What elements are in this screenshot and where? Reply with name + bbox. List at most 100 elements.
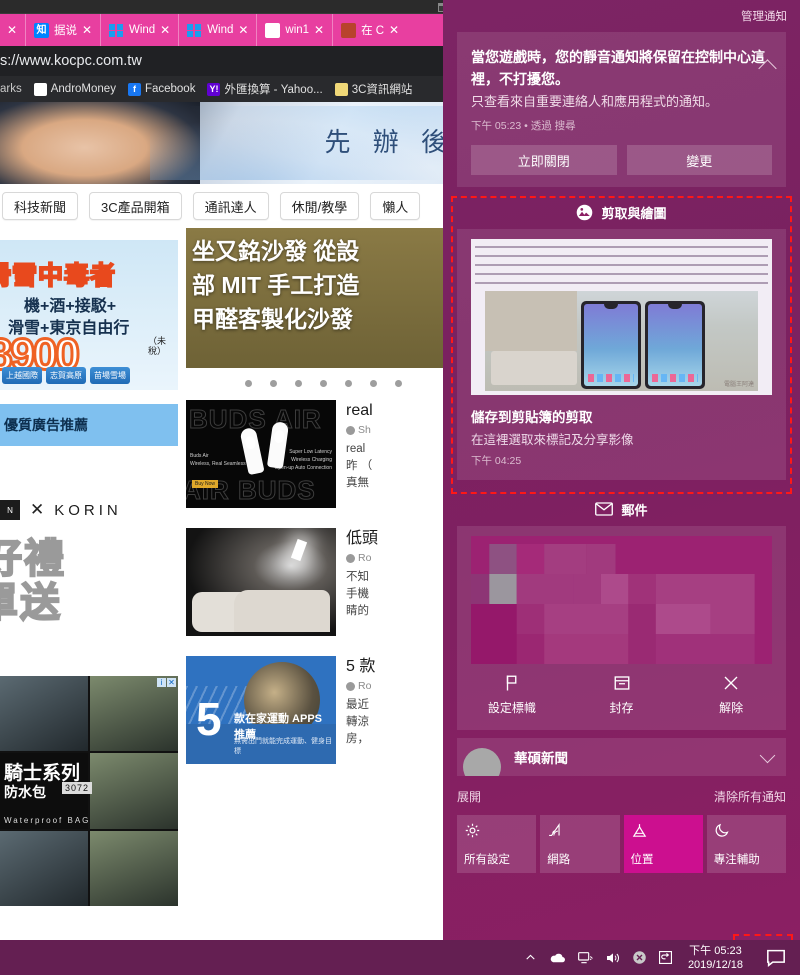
tab-cn[interactable]: 在 C ✕ [332,14,407,46]
nav-item-3c-unbox[interactable]: 3C產品開箱 [89,192,182,220]
article-item[interactable]: 5 款在家運動 APPS 推薦 無需出門就能完成運動、健身目標 5 款 Ro 最… [186,656,460,764]
ad-ski-line1: 機+酒+接駁+ [24,298,117,315]
snip-group-header[interactable]: 剪取與繪圖 [457,195,786,229]
quick-action-location[interactable]: 位置 [623,815,703,873]
asus-app-name: 華碩新聞 [514,751,568,766]
error-icon[interactable] [632,950,647,965]
carousel-dot[interactable] [319,379,327,387]
ad-motorcycle-bag[interactable]: 騎士系列 防水包 3072 Waterproof BAG i ✕ [0,676,178,906]
volume-icon[interactable] [605,951,621,965]
ad-chip: 上越國際 [2,367,42,384]
nav-item-lazy[interactable]: 懶人 [370,192,421,220]
mail-archive-button[interactable]: 封存 [567,674,677,716]
ad-moto-title: 騎士系列 [4,763,81,784]
notification-suggestion-card[interactable]: 當您遊戲時，您的靜音通知將保留在控制中心這裡，不打擾您。 只查看來自重要連絡人和… [457,32,786,187]
snip-notification-time: 下午 04:25 [471,455,522,467]
onedrive-icon[interactable] [548,951,567,964]
carousel-dot[interactable] [294,379,302,387]
show-hidden-icons-icon[interactable] [524,951,537,964]
tab-close-icon[interactable]: ✕ [5,23,19,37]
article-item[interactable]: BUDS AIR AIR BUDS Buds Air Wireless, Real… [186,400,460,508]
carousel-dot[interactable] [344,379,352,387]
phone-dock [652,374,698,382]
quick-action-focus-assist[interactable]: 專注輔助 [706,815,786,873]
mail-dismiss-button[interactable]: 解除 [676,674,786,716]
notification-group-asus[interactable]: 華碩新聞 [457,738,786,776]
carousel-dot[interactable] [244,379,252,387]
tab-zhihu[interactable]: 知 据说 ✕ [25,14,100,46]
network-icon [547,822,613,839]
tab-close-icon[interactable]: ✕ [312,23,326,37]
action-center-panel: 管理通知 當您遊戲時，您的靜音通知將保留在控制中心這裡，不打擾您。 只查看來自重… [443,0,800,940]
tab-label: 据说 [54,25,77,37]
quick-action-network[interactable]: 網路 [540,815,620,873]
tab-partial[interactable]: ✕ [0,14,25,46]
mail-notification[interactable]: 設定標幟 封存 解除 [457,526,786,730]
sync-icon[interactable] [658,950,673,965]
article-item[interactable]: 低頭 Ro 不知 手機 睛的 [186,528,460,636]
cn-site-icon [341,22,357,38]
nav-item-comm[interactable]: 通訊達人 [192,192,269,220]
ad-moto-cell [90,753,178,829]
bookmark-item-facebook[interactable]: f Facebook [127,82,195,96]
turn-off-now-button[interactable]: 立即關閉 [471,145,617,175]
tab-strip: ✕ 知 据说 ✕ Wind ✕ Wind ✕ G win1 ✕ 在 C ✕ [0,14,460,46]
mail-flag-button[interactable]: 設定標幟 [457,674,567,716]
fitness-apps-image: 5 款在家運動 APPS 推薦 無需出門就能完成運動、健身目標 [186,656,336,764]
address-text: s://www.kocpc.com.tw [0,53,142,69]
bookmark-label: arks [0,83,22,95]
carousel-dot[interactable] [369,379,377,387]
action-center-icon[interactable] [766,949,786,967]
ad-korin[interactable]: N ✕ KORIN 好禮 單送 [0,478,178,628]
moon-icon [714,822,780,839]
close-icon[interactable]: ✕ [167,678,176,687]
bookmark-item-andromoney[interactable]: A AndroMoney [33,82,116,96]
featured-carousel[interactable]: 坐又銘沙發 從設部 MIT 手工打造 甲醛客製化沙發 [186,228,460,368]
carousel-dot[interactable] [269,379,277,387]
tab-close-icon[interactable]: ✕ [236,23,250,37]
phone-left [581,301,641,389]
ad-ski-tour[interactable]: 滑雪中毒者 機+酒+接駁+ 滑雪+東京自由行 8900 （未稅） 上越國際 志賀… [0,240,178,390]
avatar-icon [346,553,355,563]
taskbar-clock[interactable]: 下午 05:23 2019/12/18 [684,944,747,972]
preview-photo: 電腦王阿達 [485,291,758,391]
nav-item-leisure[interactable]: 休閒/教學 [279,192,360,220]
shop-now-button: Buy Now [192,480,219,488]
tab-close-icon[interactable]: ✕ [387,23,401,37]
mail-archive-label: 封存 [609,701,634,715]
ad-choices[interactable]: i ✕ [157,678,176,687]
ad-chip: 志賀高原 [46,367,86,384]
ad-moto-cell [90,676,178,752]
carousel-dot[interactable] [394,379,402,387]
phone-right [645,301,705,389]
snip-notification[interactable]: 電腦王阿達 儲存到剪貼簿的剪取 在這裡選取來標記及分享影像 下午 04:25 [457,229,786,480]
info-icon[interactable]: i [157,678,166,687]
tab-close-icon[interactable]: ✕ [158,23,172,37]
change-button[interactable]: 變更 [626,145,772,175]
mail-group-header[interactable]: 郵件 [457,492,786,526]
manage-notifications-link[interactable]: 管理通知 [741,8,787,24]
chevron-down-icon[interactable] [759,747,776,764]
tab-label: win1 [285,24,310,36]
tab-google[interactable]: G win1 ✕ [256,14,332,46]
windows-icon [109,23,124,38]
tab-windows-1[interactable]: Wind ✕ [100,14,178,46]
mail-action-buttons: 設定標幟 封存 解除 [457,664,786,730]
bookmark-item-yahoo[interactable]: Y! 外匯換算 - Yahoo... [207,81,323,97]
gear-icon [464,822,530,839]
tab-windows-2[interactable]: Wind ✕ [178,14,256,46]
clock-date: 2019/12/18 [687,958,743,971]
clear-all-link[interactable]: 清除所有通知 [714,788,786,805]
bookmark-item-3c[interactable]: 3C資訊網站 [334,81,412,97]
bookmark-item[interactable]: arks [0,83,22,95]
manage-notifications-row[interactable]: 管理通知 [443,0,800,32]
nav-item-tech-news[interactable]: 科技新聞 [2,192,79,220]
quick-action-all-settings[interactable]: 所有設定 [457,815,537,873]
address-bar[interactable]: s://www.kocpc.com.tw [0,46,460,76]
mail-app-name: 郵件 [621,502,648,518]
expand-link[interactable]: 展開 [457,788,481,805]
sidebar-ads: 滑雪中毒者 機+酒+接駁+ 滑雪+東京自由行 8900 （未稅） 上越國際 志賀… [0,228,178,940]
network-icon[interactable] [578,951,594,965]
tab-close-icon[interactable]: ✕ [80,23,94,37]
carousel-dots[interactable] [186,374,460,392]
